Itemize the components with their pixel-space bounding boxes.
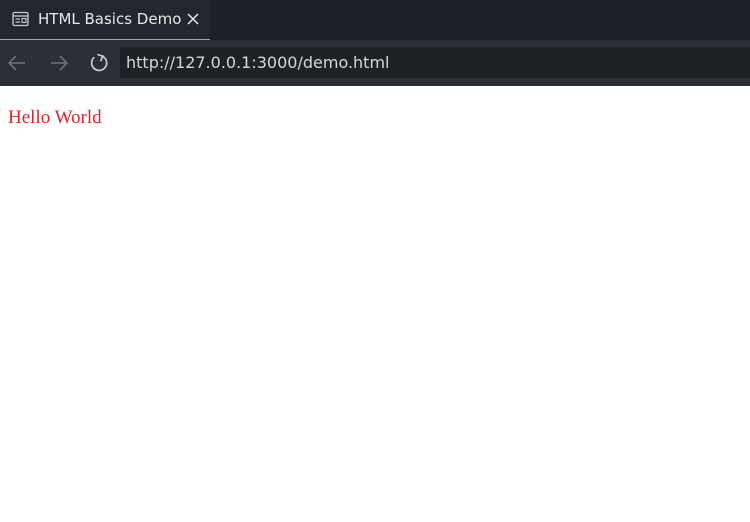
address-bar[interactable]: http://127.0.0.1:3000/demo.html	[120, 47, 750, 78]
tab-strip: HTML Basics Demo	[0, 0, 750, 40]
reload-icon[interactable]	[88, 52, 110, 74]
navigation-toolbar: http://127.0.0.1:3000/demo.html	[0, 40, 750, 86]
arrow-left-icon[interactable]	[6, 52, 28, 74]
hello-world-text: Hello World	[8, 107, 102, 128]
tab-title: HTML Basics Demo	[38, 10, 182, 28]
tab-html-basics-demo[interactable]: HTML Basics Demo	[0, 0, 210, 40]
preview-page-icon	[12, 11, 29, 27]
arrow-right-icon[interactable]	[48, 52, 70, 74]
browser-window: HTML Basics Demo http://127.0.0.1:3000/d…	[0, 0, 750, 522]
close-icon[interactable]	[185, 11, 201, 27]
page-content: Hello World	[0, 86, 750, 522]
